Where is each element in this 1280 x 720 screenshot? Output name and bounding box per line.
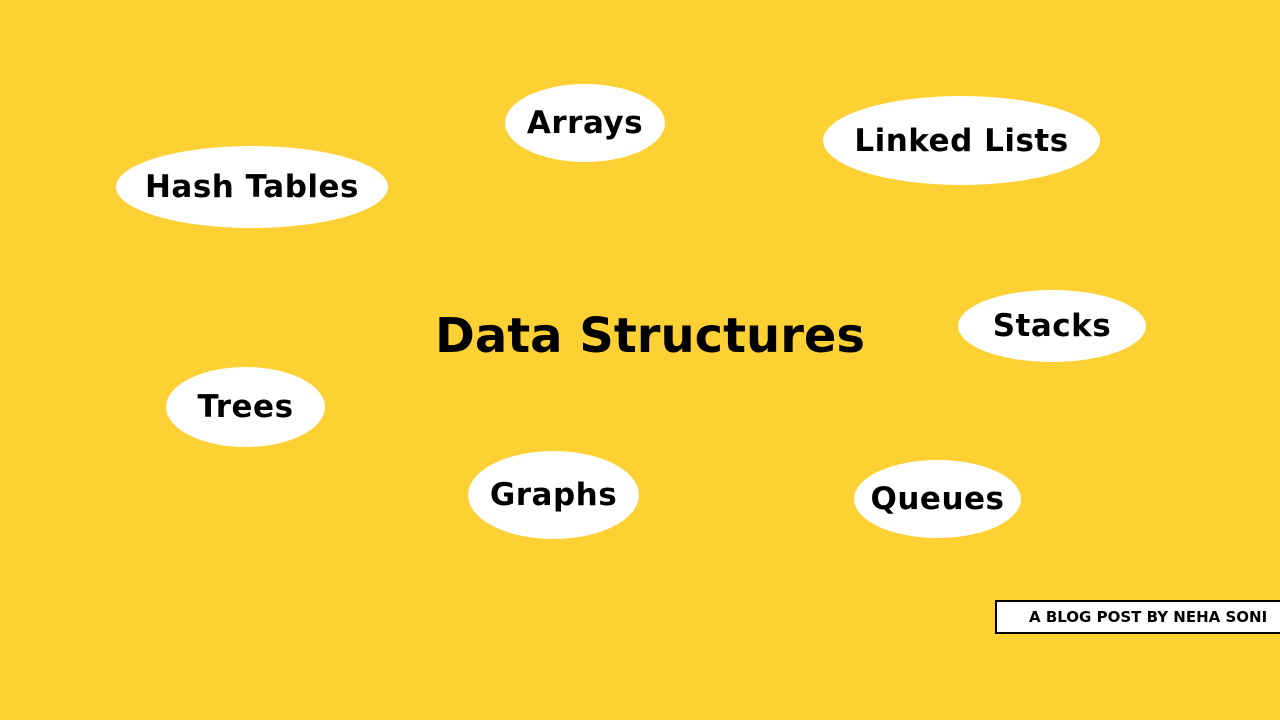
bubble-stacks: Stacks	[958, 290, 1146, 362]
bubble-hash-tables: Hash Tables	[116, 146, 388, 228]
bubble-label: Arrays	[526, 105, 644, 141]
slide-canvas: Data Structures Arrays Linked Lists Hash…	[0, 0, 1280, 720]
bubble-arrays: Arrays	[505, 84, 665, 162]
bubble-trees: Trees	[166, 367, 325, 447]
bubble-graphs: Graphs	[468, 451, 639, 539]
bubble-label: Graphs	[489, 477, 618, 513]
bubble-label: Queues	[870, 481, 1005, 517]
bubble-queues: Queues	[854, 460, 1021, 538]
bubble-label: Hash Tables	[144, 169, 360, 205]
author-credit-text: A BLOG POST BY NEHA SONI	[1029, 608, 1268, 626]
bubble-label: Trees	[197, 389, 294, 425]
bubble-label: Stacks	[992, 308, 1112, 344]
page-title: Data Structures	[434, 308, 865, 364]
author-credit-banner: A BLOG POST BY NEHA SONI	[995, 600, 1280, 634]
bubble-linked-lists: Linked Lists	[823, 96, 1100, 185]
bubble-label: Linked Lists	[854, 122, 1069, 159]
